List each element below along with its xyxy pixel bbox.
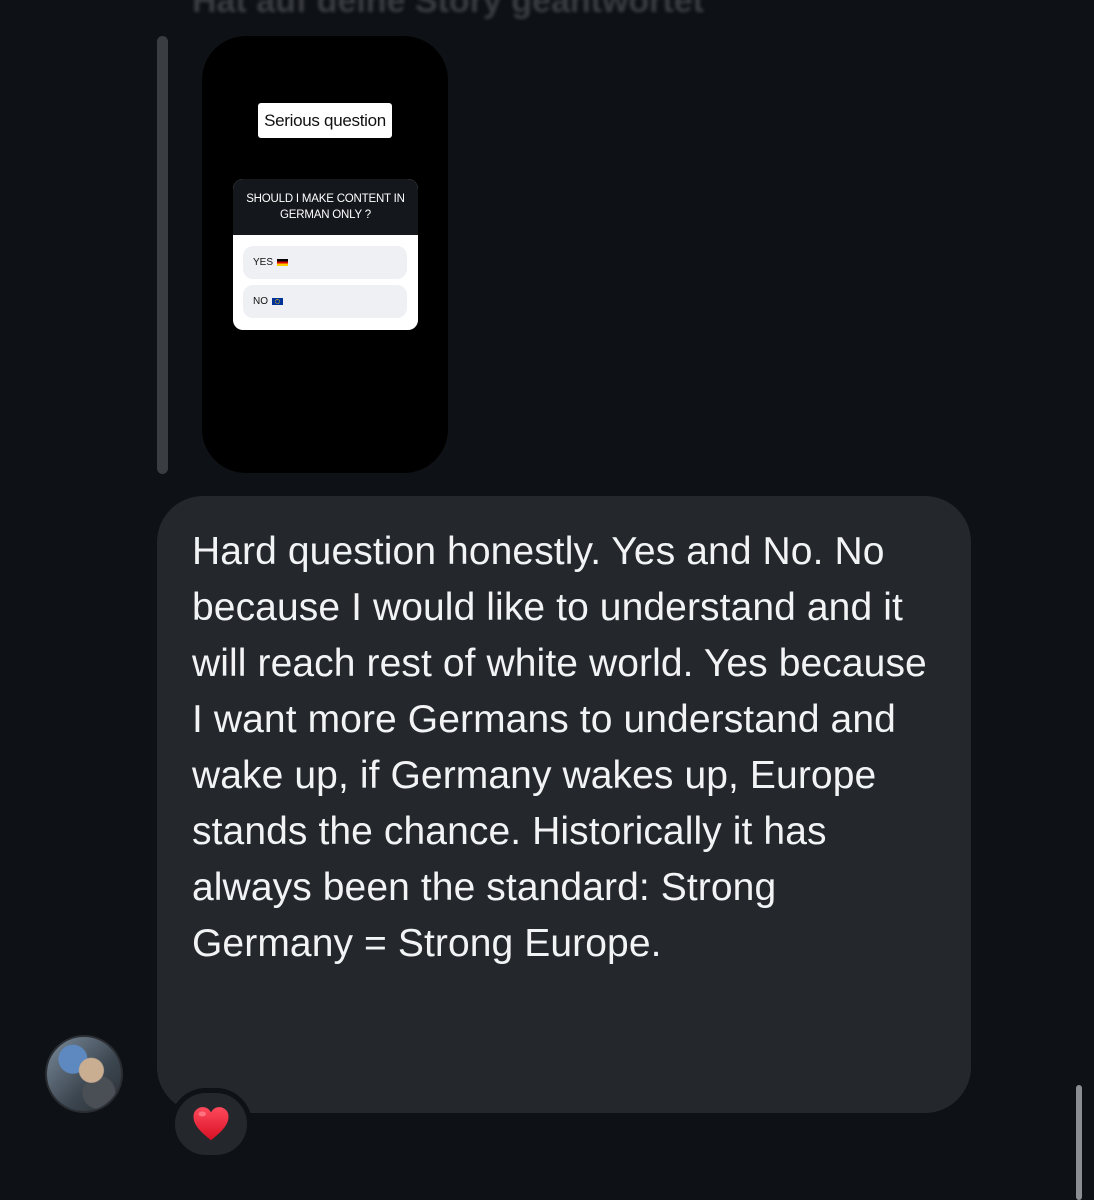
story-preview[interactable]: Serious question SHOULD I MAKE CONTENT I… (202, 36, 448, 473)
poll-question-line-2: GERMAN ONLY ? (280, 209, 371, 221)
poll-option-label: YES (253, 257, 274, 268)
poll-option-no: NO (243, 285, 407, 318)
poll-sticker: SHOULD I MAKE CONTENT IN GERMAN ONLY ? Y… (233, 179, 418, 330)
germany-flag-icon (277, 259, 289, 266)
eu-flag-icon (272, 298, 283, 305)
poll-option-label: NO (253, 296, 268, 307)
reply-indicator-bar (157, 36, 168, 474)
poll-question-line-1: SHOULD I MAKE CONTENT IN (246, 193, 405, 205)
scrollbar[interactable] (1076, 1085, 1082, 1200)
dm-thread: Hat auf deine Story geantwortet Serious … (0, 0, 1094, 1200)
avatar[interactable] (45, 1035, 123, 1113)
red-heart-icon (193, 1107, 229, 1141)
message-text: Hard question honestly. Yes and No. No b… (192, 530, 927, 965)
poll-option-yes: YES (243, 246, 407, 279)
story-reply-header: Hat auf deine Story geantwortet (192, 0, 704, 20)
story-title-sticker: Serious question (258, 103, 392, 138)
message-bubble[interactable]: Hard question honestly. Yes and No. No b… (157, 496, 971, 1113)
poll-question: SHOULD I MAKE CONTENT IN GERMAN ONLY ? (233, 179, 418, 235)
message-reaction[interactable] (170, 1088, 252, 1160)
